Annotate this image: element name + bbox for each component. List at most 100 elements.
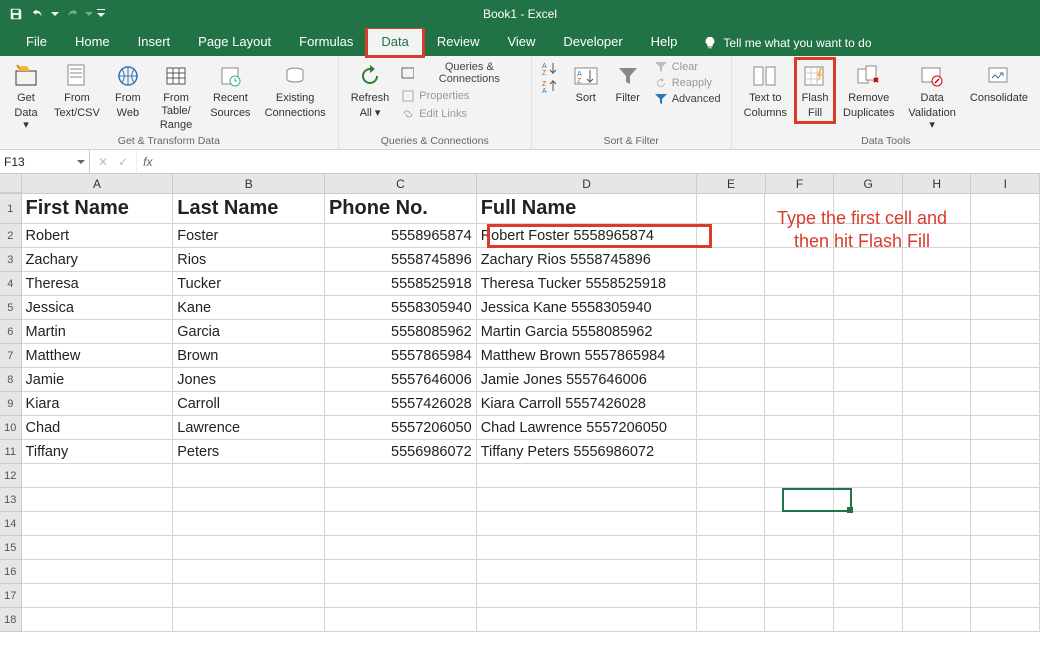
row-header[interactable]: 5	[0, 296, 22, 320]
name-box[interactable]: F13	[0, 150, 90, 173]
cell[interactable]: Tiffany Peters 5556986072	[477, 440, 697, 464]
cell[interactable]	[697, 560, 766, 584]
cell[interactable]: Full Name	[477, 194, 697, 224]
cell[interactable]	[697, 440, 766, 464]
cell[interactable]	[477, 608, 697, 632]
col-header-G[interactable]: G	[834, 174, 903, 193]
cell[interactable]: Kiara Carroll 5557426028	[477, 392, 697, 416]
cell[interactable]	[173, 512, 325, 536]
cell[interactable]	[697, 320, 766, 344]
cell[interactable]	[697, 584, 766, 608]
cell[interactable]	[22, 464, 174, 488]
cell[interactable]: Jones	[173, 368, 325, 392]
cell[interactable]: Jessica	[22, 296, 174, 320]
cell[interactable]: Foster	[173, 224, 325, 248]
cell[interactable]	[697, 536, 766, 560]
cell[interactable]	[325, 512, 477, 536]
cell[interactable]	[834, 440, 903, 464]
cell[interactable]	[173, 560, 325, 584]
col-header-B[interactable]: B	[173, 174, 325, 193]
filter-button[interactable]: Filter	[610, 60, 646, 107]
cell[interactable]: Tiffany	[22, 440, 174, 464]
row-header[interactable]: 9	[0, 392, 22, 416]
row-header[interactable]: 18	[0, 608, 22, 632]
cell[interactable]: 5558085962	[325, 320, 477, 344]
redo-icon[interactable]	[62, 4, 82, 24]
cancel-icon[interactable]: ✕	[98, 155, 108, 169]
cell[interactable]	[903, 584, 972, 608]
cell[interactable]: Martin	[22, 320, 174, 344]
cell[interactable]	[971, 584, 1040, 608]
cell[interactable]	[903, 536, 972, 560]
cell[interactable]	[834, 488, 903, 512]
cell[interactable]	[765, 464, 834, 488]
col-header-I[interactable]: I	[971, 174, 1040, 193]
cell[interactable]	[903, 488, 972, 512]
cell[interactable]	[697, 608, 766, 632]
cell[interactable]: Kiara	[22, 392, 174, 416]
cell[interactable]	[971, 440, 1040, 464]
cell[interactable]	[765, 488, 834, 512]
tab-formulas[interactable]: Formulas	[285, 28, 367, 56]
cell[interactable]: Peters	[173, 440, 325, 464]
row-header[interactable]: 1	[0, 194, 22, 224]
cell[interactable]: Matthew	[22, 344, 174, 368]
cell[interactable]	[971, 608, 1040, 632]
cell[interactable]	[765, 536, 834, 560]
cell[interactable]	[971, 368, 1040, 392]
cell[interactable]: Robert Foster 5558965874	[477, 224, 697, 248]
cell[interactable]	[477, 584, 697, 608]
cell[interactable]	[765, 608, 834, 632]
cell[interactable]	[971, 488, 1040, 512]
row-header[interactable]: 15	[0, 536, 22, 560]
cell[interactable]: 5557206050	[325, 416, 477, 440]
cell[interactable]	[765, 272, 834, 296]
sort-az-button[interactable]: AZ	[540, 60, 562, 78]
row-header[interactable]: 13	[0, 488, 22, 512]
data-validation-button[interactable]: DataValidation ▾	[904, 60, 960, 134]
row-header[interactable]: 6	[0, 320, 22, 344]
advanced-filter-button[interactable]: Advanced	[652, 92, 723, 106]
cell[interactable]	[477, 536, 697, 560]
cell[interactable]: Matthew Brown 5557865984	[477, 344, 697, 368]
cell[interactable]	[834, 272, 903, 296]
row-header[interactable]: 16	[0, 560, 22, 584]
cell[interactable]	[697, 464, 766, 488]
cell[interactable]	[325, 488, 477, 512]
tell-me-search[interactable]: Tell me what you want to do	[691, 30, 883, 56]
properties-button[interactable]: Properties	[399, 88, 471, 104]
cell[interactable]	[173, 608, 325, 632]
cell[interactable]: Theresa	[22, 272, 174, 296]
row-header[interactable]: 14	[0, 512, 22, 536]
cell[interactable]	[697, 416, 766, 440]
recent-sources-button[interactable]: RecentSources	[206, 60, 254, 121]
row-header[interactable]: 10	[0, 416, 22, 440]
cell[interactable]	[903, 464, 972, 488]
cell[interactable]: Zachary	[22, 248, 174, 272]
clear-filter-button[interactable]: Clear	[652, 60, 700, 74]
cell[interactable]	[903, 560, 972, 584]
cell[interactable]: Martin Garcia 5558085962	[477, 320, 697, 344]
cell[interactable]	[697, 512, 766, 536]
from-text-csv-button[interactable]: FromText/CSV	[50, 60, 104, 121]
cell[interactable]: 5557426028	[325, 392, 477, 416]
cell[interactable]: Phone No.	[325, 194, 477, 224]
cell[interactable]	[477, 512, 697, 536]
cell[interactable]	[173, 584, 325, 608]
cell[interactable]	[834, 344, 903, 368]
tab-insert[interactable]: Insert	[124, 28, 185, 56]
cell[interactable]	[834, 296, 903, 320]
cell[interactable]	[903, 512, 972, 536]
cell[interactable]	[22, 488, 174, 512]
cell[interactable]	[903, 440, 972, 464]
tab-file[interactable]: File	[12, 28, 61, 56]
cell[interactable]	[173, 536, 325, 560]
text-to-columns-button[interactable]: Text toColumns	[740, 60, 791, 121]
cell[interactable]	[765, 440, 834, 464]
cell[interactable]	[834, 584, 903, 608]
cell[interactable]	[765, 512, 834, 536]
cell[interactable]	[477, 560, 697, 584]
cell[interactable]: Garcia	[173, 320, 325, 344]
cell[interactable]: Lawrence	[173, 416, 325, 440]
cell[interactable]	[325, 584, 477, 608]
